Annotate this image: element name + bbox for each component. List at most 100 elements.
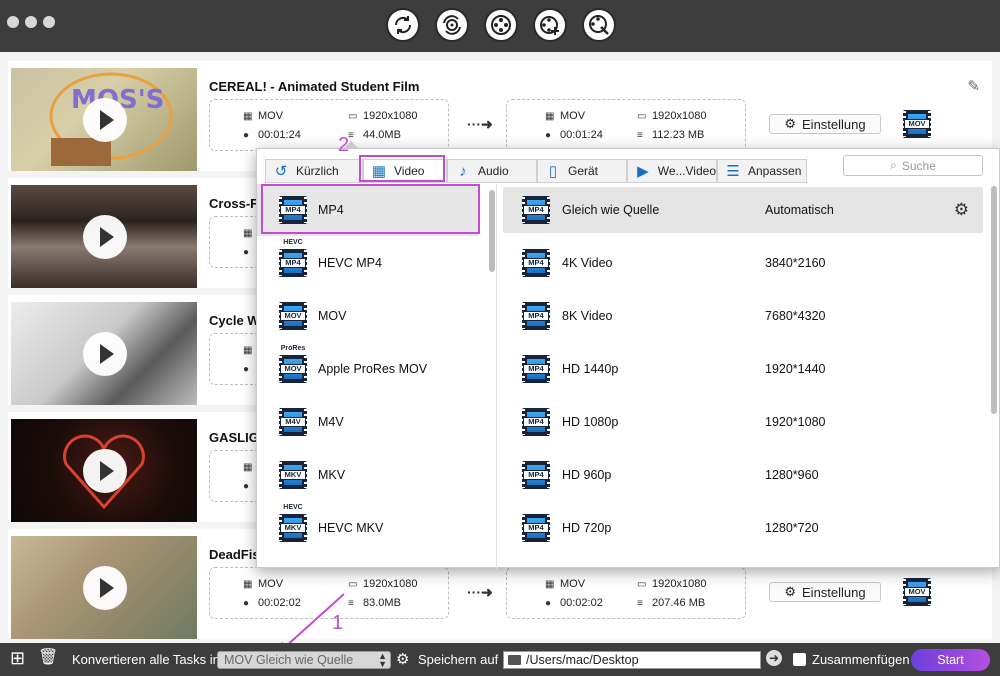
close-window-button[interactable] — [7, 16, 19, 28]
gear-icon[interactable]: ⚙ — [396, 650, 409, 668]
gear-icon[interactable]: ⚙ — [954, 200, 969, 220]
source-info: ▦ MOV ▭ 1920x1080 ● 00:01:24 ≡ 44.0MB — [209, 99, 449, 151]
tab-audio[interactable]: ♪ Audio — [447, 159, 537, 183]
tab-web-video[interactable]: ▶ We...Video — [627, 159, 717, 183]
gear-icon: ⚙ — [784, 116, 797, 131]
mp4-icon: MP4 — [520, 512, 552, 544]
merge-icon[interactable] — [533, 8, 567, 42]
target-info[interactable]: ▦ MOV ▭ 1920x1080 ● 00:01:24 ≡ 112.23 MB — [506, 99, 746, 151]
storage-icon: ≡ — [637, 598, 643, 609]
arrow-icon: ···➜ — [467, 584, 493, 600]
video-thumbnail[interactable] — [11, 419, 197, 522]
source-size: ≡ 83.0MB — [348, 597, 401, 609]
mp4-icon: MP4 — [520, 300, 552, 332]
video-thumbnail[interactable] — [11, 302, 197, 405]
mov-icon: MOV — [277, 300, 309, 332]
output-format-icon[interactable]: MOV — [901, 108, 933, 140]
format-item-prores-mov[interactable]: ProRes MOV Apple ProRes MOV — [257, 343, 479, 395]
output-format-icon[interactable]: MOV — [901, 576, 933, 608]
format-list: MP4 MP4 HEVC MP4 HEVC MP4 MOV MOV ProRes M… — [257, 184, 497, 569]
recent-icon: ↺ — [274, 163, 288, 180]
hevc-mp4-icon: HEVC MP4 — [277, 239, 309, 279]
play-icon[interactable] — [83, 98, 127, 142]
format-item-mov[interactable]: MOV MOV — [257, 290, 479, 342]
mp4-icon: MP4 — [520, 194, 552, 226]
tab-recent[interactable]: ↺ Kürzlich — [265, 159, 363, 183]
video-thumbnail[interactable] — [11, 185, 197, 288]
open-folder-arrow-icon[interactable]: ➜ — [766, 650, 782, 666]
mkv-icon: MKV — [277, 459, 309, 491]
film-icon: ▦ — [243, 579, 253, 590]
target-format: ▦ MOV — [545, 110, 586, 122]
rip-dvd-icon[interactable] — [435, 8, 469, 42]
format-item-hevc-mkv[interactable]: HEVC MKV HEVC MKV — [257, 502, 479, 554]
play-icon[interactable] — [83, 215, 127, 259]
zoom-window-button[interactable] — [43, 16, 55, 28]
play-icon[interactable] — [83, 332, 127, 376]
format-item-hevc-mp4[interactable]: HEVC MP4 HEVC MP4 — [257, 237, 479, 289]
preset-item-960p[interactable]: MP4 HD 960p 1280*960 — [503, 452, 983, 498]
storage-icon: ≡ — [637, 130, 643, 141]
source-format: ▦ MOV — [243, 110, 284, 122]
preset-list-scrollbar[interactable] — [991, 186, 997, 414]
preset-item-1440p[interactable]: MP4 HD 1440p 1920*1440 — [503, 346, 983, 392]
mp4-icon: MP4 — [520, 406, 552, 438]
minimize-window-button[interactable] — [25, 16, 37, 28]
target-size: ≡ 112.23 MB — [637, 129, 705, 141]
film-icon: ▦ — [243, 111, 253, 122]
gear-icon: ⚙ — [784, 584, 797, 599]
hevc-mkv-icon: HEVC MKV — [277, 504, 309, 544]
preset-item-1080p[interactable]: MP4 HD 1080p 1920*1080 — [503, 399, 983, 445]
preset-item-same-as-source[interactable]: MP4 Gleich wie Quelle Automatisch ⚙ — [503, 187, 983, 233]
target-size: ≡ 207.46 MB — [637, 597, 706, 609]
save-to-label: Speichern auf — [418, 652, 499, 667]
video-edit-icon[interactable] — [484, 8, 518, 42]
arrow-icon: ···➜ — [467, 116, 493, 132]
edit-icon[interactable]: ✎ — [967, 77, 980, 95]
source-size: ≡ 44.0MB — [348, 129, 401, 141]
source-duration: ● 00:01:24 — [243, 129, 301, 141]
search-input[interactable]: ⌕ Suche — [843, 155, 983, 176]
film-icon: ▦ — [545, 579, 555, 590]
add-file-icon[interactable]: ⊞ — [10, 649, 25, 667]
web-video-icon: ▶ — [637, 163, 649, 180]
preset-item-4k[interactable]: MP4 4K Video 3840*2160 — [503, 240, 983, 286]
save-path-input[interactable]: /Users/mac/Desktop — [503, 651, 761, 669]
monitor-icon: ▭ — [637, 111, 647, 122]
clock-icon: ● — [545, 598, 552, 609]
preset-item-720p[interactable]: MP4 HD 720p 1280*720 — [503, 505, 983, 551]
source-resolution: ▭ 1920x1080 — [348, 110, 418, 122]
trash-icon[interactable]: 🗑 — [38, 649, 58, 667]
mp4-icon: MP4 — [520, 353, 552, 385]
film-icon: ▦ — [545, 111, 555, 122]
convert-all-select[interactable]: MOV Gleich wie Quelle ▲ ▼ — [217, 651, 391, 669]
clock-icon: ● — [243, 598, 250, 609]
settings-button[interactable]: ⚙ Einstellung — [769, 114, 881, 134]
monitor-icon: ▭ — [348, 579, 358, 590]
video-thumbnail[interactable]: MOS'S — [11, 68, 197, 171]
format-item-mkv[interactable]: MKV MKV — [257, 449, 479, 501]
convert-icon[interactable] — [386, 8, 420, 42]
target-format: ▦ MOV — [545, 578, 586, 590]
folder-icon — [508, 655, 521, 665]
target-duration: ● 00:02:02 — [545, 597, 603, 609]
merge-checkbox[interactable] — [793, 653, 806, 666]
video-thumbnail[interactable] — [11, 536, 197, 639]
clock-icon: ● — [243, 130, 250, 141]
target-info[interactable]: ▦ MOV ▭ 1920x1080 ● 00:02:02 ≡ 207.46 MB — [506, 567, 746, 619]
task-title: CEREAL! - Animated Student Film — [209, 79, 420, 94]
play-icon[interactable] — [83, 566, 127, 610]
task-title: Cycle W — [209, 313, 260, 328]
tab-customize[interactable]: ☰ Anpassen — [717, 159, 807, 183]
start-button[interactable]: Start — [911, 649, 990, 671]
format-list-scrollbar[interactable] — [489, 190, 495, 272]
settings-button[interactable]: ⚙ Einstellung — [769, 582, 881, 602]
toolbox-icon[interactable] — [582, 8, 616, 42]
source-resolution: ▭ 1920x1080 — [348, 578, 418, 590]
format-item-m4v[interactable]: M4V M4V — [257, 396, 479, 448]
play-icon[interactable] — [83, 449, 127, 493]
preset-list: MP4 Gleich wie Quelle Automatisch ⚙ MP4 … — [501, 184, 1000, 569]
storage-icon: ≡ — [348, 130, 354, 141]
tab-device[interactable]: ▯ Gerät — [537, 159, 627, 183]
preset-item-8k[interactable]: MP4 8K Video 7680*4320 — [503, 293, 983, 339]
